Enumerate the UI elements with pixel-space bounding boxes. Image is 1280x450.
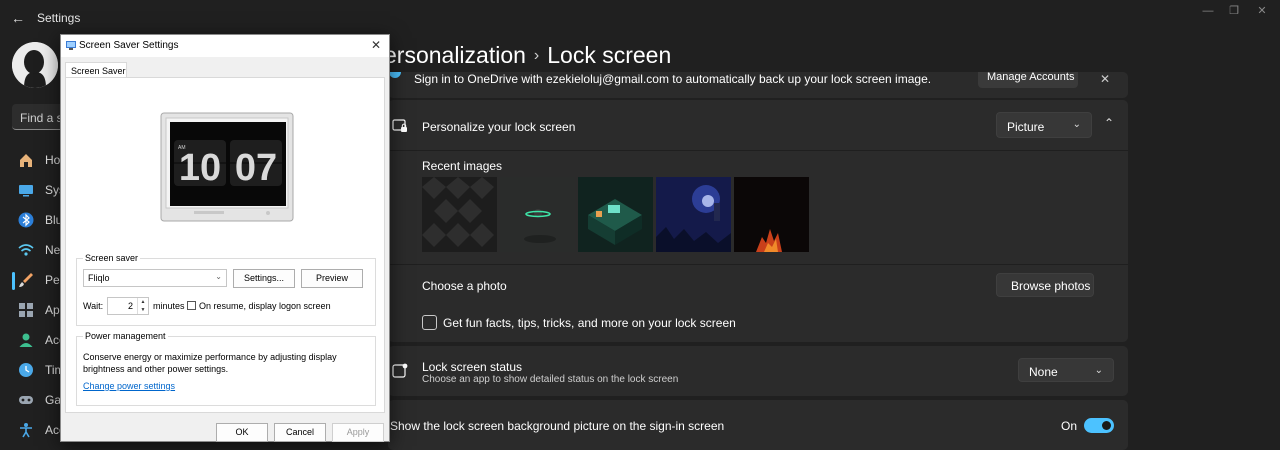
screen-saver-group: Screen saver Fliqlo ⌄ Settings... Previe…: [76, 253, 376, 326]
selected-screen-saver: Fliqlo: [88, 273, 110, 283]
ok-button[interactable]: OK: [216, 423, 268, 442]
page-title: Lock screen: [547, 42, 672, 68]
resume-logon-checkbox[interactable]: [187, 301, 196, 310]
recent-image-1[interactable]: [422, 177, 497, 252]
back-arrow-icon[interactable]: ←: [10, 10, 26, 26]
sidebar-item-label: Ho: [45, 153, 61, 167]
browse-photos-button[interactable]: Browse photos: [996, 273, 1094, 297]
clock-hour: 10: [179, 147, 221, 189]
close-icon[interactable]: ✕: [371, 38, 381, 52]
resume-logon-label: On resume, display logon screen: [199, 301, 331, 311]
clock-minute: 07: [235, 147, 277, 189]
recent-image-3[interactable]: [578, 177, 653, 252]
fun-facts-checkbox[interactable]: [422, 315, 437, 330]
breadcrumb-separator-icon: ›: [533, 47, 540, 64]
accounts-icon: [19, 333, 33, 347]
toggle-state-label: On: [1061, 419, 1078, 433]
power-management-group: Power management Conserve energy or maxi…: [76, 331, 376, 406]
close-icon[interactable]: ✕: [1100, 72, 1110, 86]
divider: [388, 264, 1128, 265]
recent-images-label: Recent images: [422, 159, 503, 173]
monitor-preview: AM 10 07: [160, 112, 294, 222]
time-icon: [19, 363, 33, 377]
stepper-arrows-icon[interactable]: ▲ ▼: [137, 298, 148, 314]
dropdown-value: Picture: [1007, 120, 1045, 134]
lock-screen-status-icon: [392, 363, 408, 378]
lock-screen-background-dropdown[interactable]: Picture ⌄: [996, 112, 1092, 138]
avatar[interactable]: [12, 42, 58, 88]
power-management-group-label: Power management: [83, 331, 168, 341]
lock-screen-status-dropdown[interactable]: None ⌄: [1018, 358, 1114, 382]
screen-saver-group-label: Screen saver: [83, 253, 141, 263]
bluetooth-icon: [18, 212, 34, 228]
wait-label: Wait:: [83, 301, 104, 311]
chevron-down-icon: ⌄: [1094, 365, 1103, 376]
lock-screen-status-subtitle: Choose an app to show detailed status on…: [422, 374, 679, 385]
manage-accounts-button[interactable]: Manage Accounts: [978, 72, 1078, 88]
recent-image-5[interactable]: [734, 177, 809, 252]
tab-label: Screen Saver: [71, 66, 126, 76]
change-power-settings-link[interactable]: Change power settings: [83, 381, 175, 391]
breadcrumb-parent[interactable]: ersonalization: [384, 42, 526, 68]
chevron-up-icon[interactable]: ⌃: [1104, 116, 1114, 130]
chevron-down-icon: ⌄: [215, 272, 222, 281]
preview-button[interactable]: Preview: [301, 269, 363, 288]
sign-in-background-label: Show the lock screen background picture …: [390, 419, 725, 433]
apply-button[interactable]: Apply: [332, 423, 384, 442]
recent-image-2[interactable]: [500, 177, 575, 252]
lock-screen-status-title: Lock screen status: [422, 360, 523, 374]
personalization-icon: [19, 273, 33, 287]
personalize-title: Personalize your lock screen: [422, 120, 576, 134]
chevron-down-icon: ⌄: [1072, 119, 1081, 130]
system-icon: [19, 185, 33, 197]
minimize-icon[interactable]: —: [1198, 4, 1218, 18]
cancel-button[interactable]: Cancel: [274, 423, 326, 442]
manage-accounts-label: Manage Accounts: [987, 72, 1075, 83]
network-icon: [18, 244, 34, 256]
onedrive-banner: Sign in to OneDrive with ezekieloluj@gma…: [388, 72, 1128, 98]
accessibility-icon: [20, 423, 32, 438]
apps-icon: [19, 303, 33, 317]
wait-value: 2: [128, 301, 134, 311]
maximize-icon[interactable]: ❐: [1224, 4, 1244, 18]
onedrive-message: Sign in to OneDrive with ezekieloluj@gma…: [414, 72, 932, 86]
power-management-description: Conserve energy or maximize performance …: [83, 352, 337, 374]
wait-minutes-stepper[interactable]: 2 ▲ ▼: [107, 297, 149, 315]
lock-screen-picture-icon: [392, 119, 407, 132]
browse-photos-label: Browse photos: [1011, 279, 1091, 293]
gaming-icon: [19, 396, 33, 404]
fun-facts-label: Get fun facts, tips, tricks, and more on…: [443, 316, 736, 330]
recent-image-4[interactable]: [656, 177, 731, 252]
app-title: Settings: [37, 11, 81, 25]
lock-screen-status-card: Lock screen status Choose an app to show…: [388, 346, 1128, 396]
title-bar: ← Settings — ❐ ✕: [0, 0, 1280, 36]
tab-screen-saver[interactable]: Screen Saver: [65, 62, 127, 78]
sign-in-background-card: Show the lock screen background picture …: [388, 400, 1128, 450]
dropdown-value: None: [1029, 365, 1058, 379]
breadcrumb: ersonalization › Lock screen: [384, 42, 671, 69]
sign-in-background-toggle[interactable]: [1084, 418, 1114, 433]
toggle-knob: [1102, 421, 1111, 430]
choose-photo-label: Choose a photo: [422, 279, 507, 293]
dialog-title-bar[interactable]: Screen Saver Settings ✕: [61, 35, 389, 57]
screen-saver-select[interactable]: Fliqlo ⌄: [83, 269, 227, 287]
info-icon: [389, 72, 401, 78]
divider: [388, 150, 1128, 151]
screen-saver-dialog: Screen Saver Settings ✕ Screen Saver AM …: [60, 34, 390, 442]
close-window-icon[interactable]: ✕: [1252, 4, 1272, 18]
home-icon: [20, 154, 32, 167]
screen-saver-settings-button[interactable]: Settings...: [233, 269, 295, 288]
dialog-title: Screen Saver Settings: [79, 40, 179, 51]
screen-saver-panel: AM 10 07 Screen saver Fliqlo ⌄ Settings.…: [65, 77, 385, 413]
screen-saver-app-icon: [66, 41, 76, 50]
personalize-lock-screen-card: Personalize your lock screen Picture ⌄ ⌃…: [388, 100, 1128, 342]
minutes-label: minutes: [153, 301, 185, 311]
